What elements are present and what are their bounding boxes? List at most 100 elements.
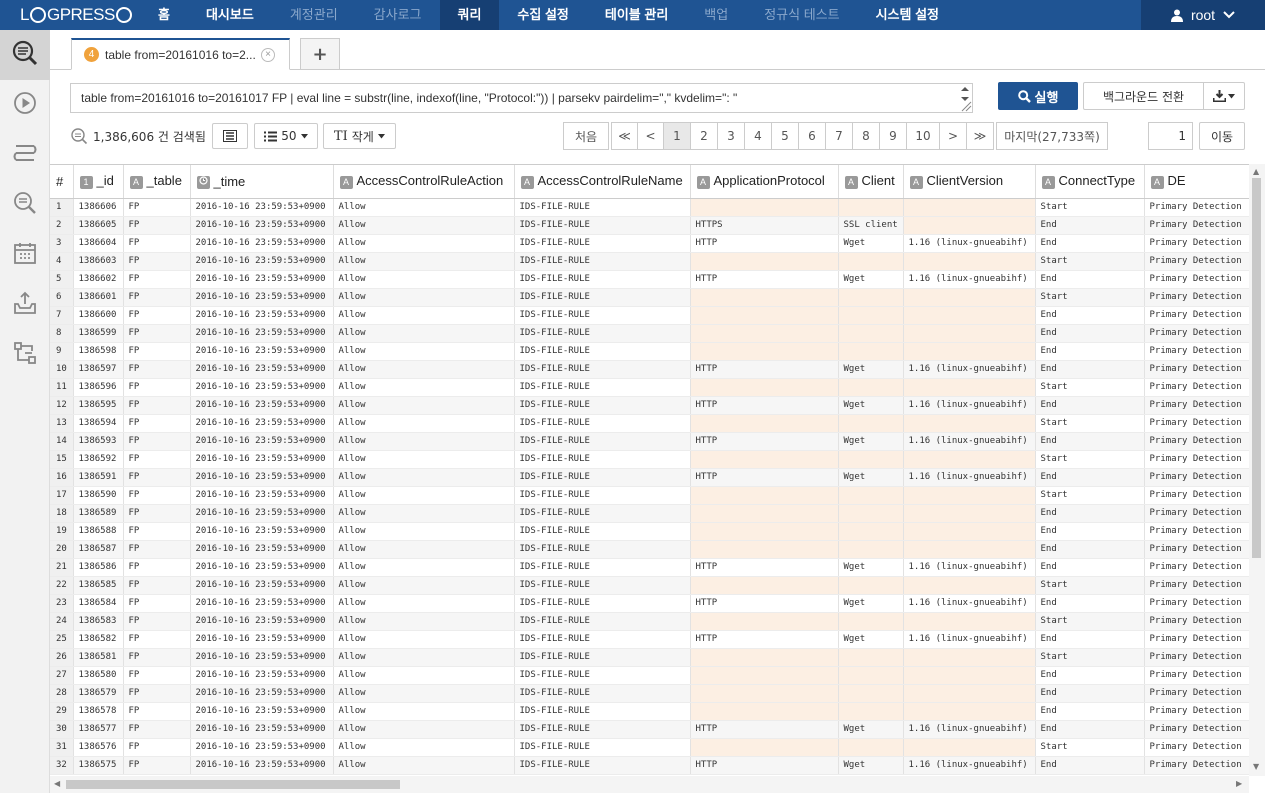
table-cell[interactable]: Wget [838, 234, 904, 253]
table-cell[interactable]: Primary Detection [1144, 756, 1249, 775]
table-cell[interactable]: Wget [838, 432, 904, 451]
table-cell[interactable]: 2016-10-16 23:59:53+0900 [190, 306, 334, 325]
table-cell[interactable]: Start [1035, 378, 1145, 397]
next-page-button[interactable]: > [939, 122, 967, 150]
table-cell[interactable]: Primary Detection [1144, 468, 1249, 487]
table-cell[interactable]: 5 [50, 270, 74, 289]
page-size-select[interactable]: 50 [253, 123, 318, 149]
table-cell[interactable]: 1386591 [73, 468, 124, 487]
table-cell[interactable]: Wget [838, 468, 904, 487]
table-cell[interactable]: 1.16 (linux-gnueabihf) [903, 720, 1036, 739]
table-cell[interactable]: Allow [333, 324, 515, 343]
table-row[interactable]: 26 1386581 FP 2016-10-16 23:59:53+0900 Allow… [50, 648, 1249, 667]
table-cell[interactable]: Allow [333, 522, 515, 541]
table-cell[interactable]: 10 [50, 360, 74, 379]
table-cell[interactable]: 2016-10-16 23:59:53+0900 [190, 540, 334, 559]
table-cell[interactable]: Allow [333, 504, 515, 523]
table-cell[interactable]: Allow [333, 666, 515, 685]
table-cell[interactable]: Primary Detection [1144, 414, 1249, 433]
table-cell[interactable] [903, 486, 1036, 505]
table-cell[interactable]: End [1035, 522, 1145, 541]
table-cell[interactable] [903, 414, 1036, 433]
table-cell[interactable]: 2016-10-16 23:59:53+0900 [190, 468, 334, 487]
page-button-3[interactable]: 3 [717, 122, 745, 150]
table-cell[interactable]: 16 [50, 468, 74, 487]
table-cell[interactable]: 8 [50, 324, 74, 343]
table-cell[interactable]: 1386602 [73, 270, 124, 289]
table-cell[interactable]: Primary Detection [1144, 198, 1249, 217]
table-cell[interactable] [838, 666, 904, 685]
table-cell[interactable]: IDS-FILE-RULE [514, 558, 691, 577]
user-menu[interactable]: root [1141, 0, 1265, 30]
table-cell[interactable]: 1386599 [73, 324, 124, 343]
table-cell[interactable]: 24 [50, 612, 74, 631]
table-cell[interactable]: IDS-FILE-RULE [514, 342, 691, 361]
page-button-7[interactable]: 7 [825, 122, 853, 150]
table-cell[interactable]: HTTP [690, 594, 839, 613]
table-cell[interactable]: End [1035, 504, 1145, 523]
table-cell[interactable]: Allow [333, 468, 515, 487]
table-cell[interactable]: Allow [333, 270, 515, 289]
table-row[interactable]: 2 1386605 FP 2016-10-16 23:59:53+0900 Allow I… [50, 216, 1249, 235]
table-cell[interactable]: IDS-FILE-RULE [514, 738, 691, 757]
table-cell[interactable]: FP [123, 684, 191, 703]
table-cell[interactable]: Allow [333, 396, 515, 415]
table-cell[interactable]: Allow [333, 432, 515, 451]
table-cell[interactable]: HTTP [690, 468, 839, 487]
table-cell[interactable] [903, 450, 1036, 469]
table-cell[interactable]: Start [1035, 648, 1145, 667]
table-cell[interactable]: 2016-10-16 23:59:53+0900 [190, 738, 334, 757]
table-cell[interactable]: 23 [50, 594, 74, 613]
table-cell[interactable]: 1386590 [73, 486, 124, 505]
column-header-id[interactable]: 1 _id [73, 165, 124, 199]
table-cell[interactable]: Start [1035, 612, 1145, 631]
table-cell[interactable]: 2016-10-16 23:59:53+0900 [190, 198, 334, 217]
table-cell[interactable]: Primary Detection [1144, 666, 1249, 685]
column-header-Client[interactable]: A Client [838, 165, 904, 199]
vertical-scroll-thumb[interactable] [1252, 178, 1261, 558]
table-cell[interactable]: 2016-10-16 23:59:53+0900 [190, 414, 334, 433]
table-cell[interactable]: 2016-10-16 23:59:53+0900 [190, 558, 334, 577]
table-cell[interactable] [690, 684, 839, 703]
table-cell[interactable]: 2016-10-16 23:59:53+0900 [190, 216, 334, 235]
table-cell[interactable]: IDS-FILE-RULE [514, 684, 691, 703]
table-cell[interactable]: FP [123, 216, 191, 235]
table-cell[interactable]: 2016-10-16 23:59:53+0900 [190, 252, 334, 271]
table-cell[interactable]: 31 [50, 738, 74, 757]
table-cell[interactable]: Wget [838, 360, 904, 379]
table-cell[interactable]: Start [1035, 288, 1145, 307]
table-cell[interactable]: FP [123, 468, 191, 487]
table-cell[interactable]: End [1035, 360, 1145, 379]
last-page-button[interactable]: 마지막(27,733쪽) [996, 122, 1108, 150]
scroll-up-icon[interactable]: ▲ [1253, 167, 1259, 176]
table-cell[interactable]: IDS-FILE-RULE [514, 288, 691, 307]
table-cell[interactable] [838, 306, 904, 325]
table-cell[interactable]: Allow [333, 450, 515, 469]
sidebar-search-log-button[interactable] [0, 180, 50, 230]
table-cell[interactable] [690, 414, 839, 433]
table-cell[interactable]: Primary Detection [1144, 576, 1249, 595]
table-cell[interactable]: FP [123, 504, 191, 523]
table-cell[interactable]: 15 [50, 450, 74, 469]
table-row[interactable]: 27 1386580 FP 2016-10-16 23:59:53+0900 Allow… [50, 666, 1249, 685]
table-cell[interactable]: 1.16 (linux-gnueabihf) [903, 270, 1036, 289]
page-button-5[interactable]: 5 [771, 122, 799, 150]
table-row[interactable]: 11 1386596 FP 2016-10-16 23:59:53+0900 Allow… [50, 378, 1249, 397]
table-cell[interactable]: 1386592 [73, 450, 124, 469]
table-cell[interactable]: 20 [50, 540, 74, 559]
table-cell[interactable]: 9 [50, 342, 74, 361]
table-cell[interactable]: Allow [333, 414, 515, 433]
table-cell[interactable]: IDS-FILE-RULE [514, 630, 691, 649]
table-cell[interactable]: Start [1035, 198, 1145, 217]
table-cell[interactable] [838, 414, 904, 433]
table-cell[interactable]: FP [123, 630, 191, 649]
table-cell[interactable]: 1.16 (linux-gnueabihf) [903, 558, 1036, 577]
table-cell[interactable] [903, 738, 1036, 757]
table-cell[interactable]: Primary Detection [1144, 360, 1249, 379]
table-cell[interactable]: Primary Detection [1144, 558, 1249, 577]
table-cell[interactable]: IDS-FILE-RULE [514, 504, 691, 523]
table-cell[interactable]: FP [123, 342, 191, 361]
table-row[interactable]: 12 1386595 FP 2016-10-16 23:59:53+0900 Allow… [50, 396, 1249, 415]
table-row[interactable]: 15 1386592 FP 2016-10-16 23:59:53+0900 Allow… [50, 450, 1249, 469]
table-cell[interactable] [838, 738, 904, 757]
